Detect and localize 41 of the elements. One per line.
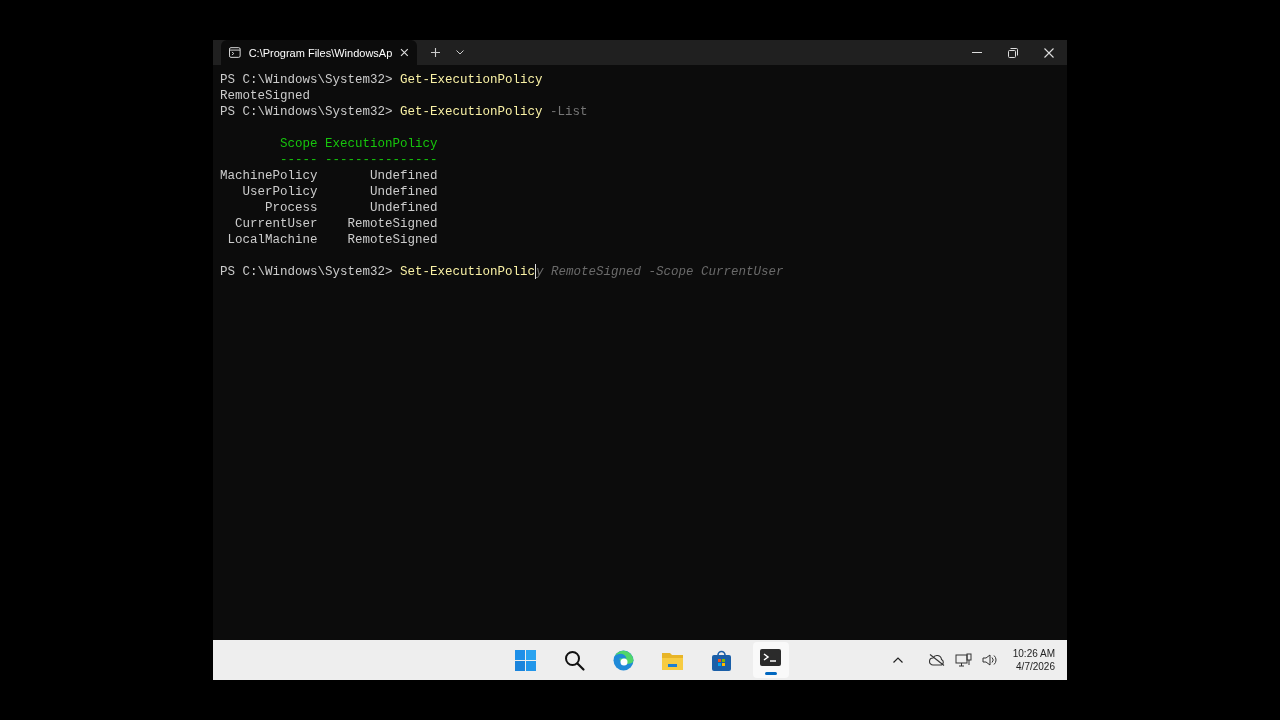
store-icon (710, 648, 733, 672)
clock[interactable]: 10:26 AM 4/7/2026 (1012, 647, 1055, 673)
cloud-off-icon[interactable] (928, 654, 945, 666)
start-icon (514, 648, 537, 672)
table-cell-text: CurrentUser (234, 216, 318, 232)
autocomplete-suggestion: y RemoteSigned -Scope CurrentUser (536, 264, 784, 280)
table-cell-text: LocalMachine (226, 232, 318, 248)
parameter-text: -List (550, 104, 588, 120)
text-cursor (535, 264, 537, 279)
table-cell-text: Undefined (369, 184, 438, 200)
table-cell: MachinePolicy (220, 168, 318, 184)
command-text: Get-ExecutionPolicy (400, 72, 543, 88)
volume-icon[interactable] (981, 654, 997, 666)
table-cell-text: RemoteSigned (346, 232, 438, 248)
prompt-text: PS C:\Windows\System32> (220, 104, 393, 120)
network-icon[interactable] (954, 652, 972, 668)
chevron-up-icon[interactable] (892, 657, 903, 663)
prompt-text: PS C:\Windows\System32> (220, 264, 393, 280)
table-cell-text: Undefined (369, 200, 438, 216)
table-cell-text: UserPolicy (241, 184, 318, 200)
close-tab-icon[interactable] (400, 48, 409, 57)
terminal-tab-icon (229, 47, 241, 58)
search-icon (563, 648, 586, 672)
header-underline: ----- (279, 152, 318, 168)
restore-icon[interactable] (1008, 47, 1018, 58)
output-text: RemoteSigned (220, 88, 310, 104)
table-cell-text: Process (264, 200, 318, 216)
taskbar-button[interactable] (752, 642, 789, 678)
prompt-text: PS C:\Windows\System32> (220, 72, 393, 88)
dropdown-icon[interactable] (456, 50, 464, 55)
column-header: ExecutionPolicy (325, 136, 438, 152)
table-cell-text: RemoteSigned (346, 216, 438, 232)
browser-icon (612, 648, 635, 672)
table-cell-text: Undefined (369, 168, 438, 184)
terminal-tab[interactable]: C:\Program Files\WindowsAp (221, 40, 417, 65)
new-tab-icon[interactable] (431, 48, 440, 57)
command-text: Set-ExecutionPolic (400, 264, 536, 280)
column-header: Scope (279, 136, 318, 152)
command-text: Get-ExecutionPolicy (400, 104, 543, 120)
close-icon[interactable] (1044, 47, 1054, 58)
header-underline: --------------- (325, 152, 438, 168)
